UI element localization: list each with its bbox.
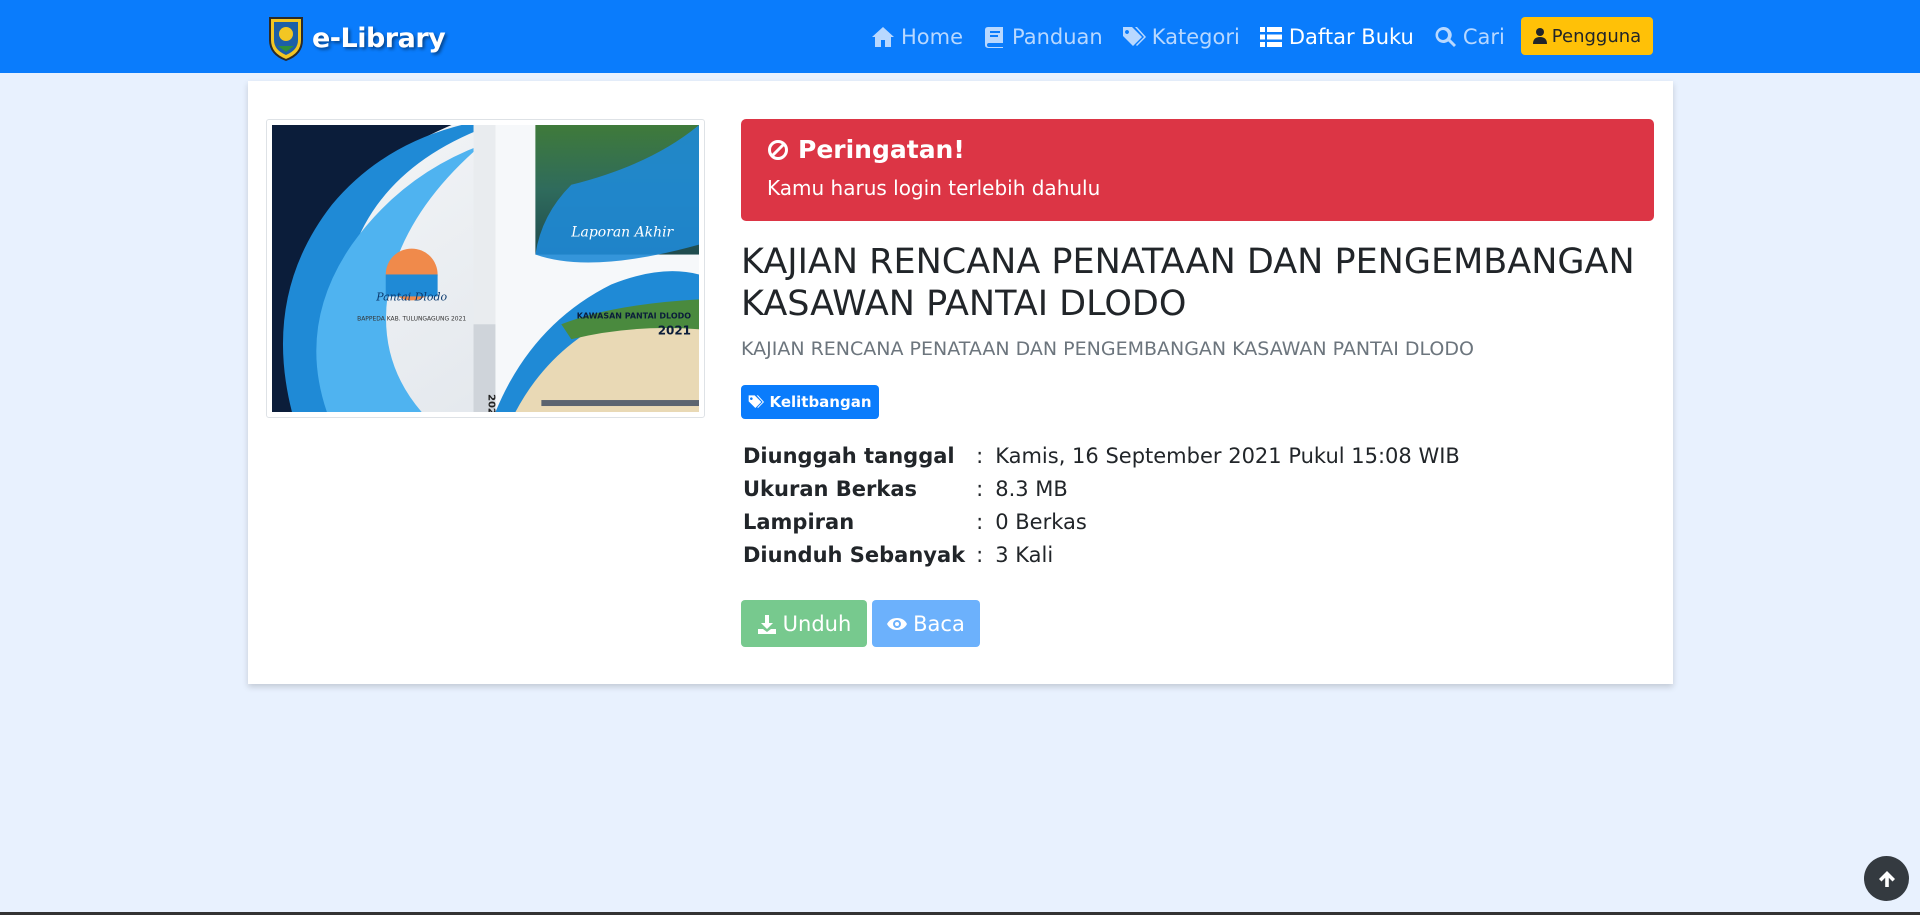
detail-sep: : [976,443,984,468]
book-detail-card: Pantai Dlodo BAPPEDA KAB. TULUNGAGUNG 20… [248,81,1673,684]
navbar: e-Library Home Panduan Kategori Daftar B… [0,0,1920,73]
user-icon [1532,28,1547,44]
brand-name: e-Library [312,22,446,54]
alert-message: Kamu harus login terlebih dahulu [767,176,1101,200]
category-tag-label: Kelitbangan [769,393,872,411]
book-details-table: Diunggah tanggal : Kamis, 16 September 2… [743,439,1460,571]
book-icon [985,27,1004,48]
nav-kategori-label: Kategori [1151,25,1240,49]
tulungagung-emblem-icon [269,17,303,62]
user-button[interactable]: Pengguna [1521,17,1653,55]
tags-icon [1122,27,1146,46]
book-subtitle: KAJIAN RENCANA PENATAAN DAN PENGEMBANGAN… [741,338,1474,360]
book-title: KAJIAN RENCANA PENATAAN DAN PENGEMBANGAN… [741,242,1635,324]
cover-front-title: KAWASAN PANTAI DLODO [577,311,691,320]
user-button-label: Pengguna [1551,25,1642,47]
nav-daftar-buku-label: Daftar Buku [1288,25,1414,49]
nav-home-label: Home [901,25,964,49]
detail-sep: : [976,542,984,567]
tags-icon [749,395,765,408]
nav-cari[interactable]: Cari [1433,25,1505,49]
nav-panduan[interactable]: Panduan [982,25,1103,49]
download-button[interactable]: Unduh [741,600,867,647]
cover-spine-year: 2021 [485,394,496,412]
cover-back-org: BAPPEDA KAB. TULUNGAGUNG 2021 [357,315,466,322]
category-tag[interactable]: Kelitbangan [741,385,879,419]
detail-value: 8.3 MB [995,476,1068,501]
detail-key: Ukuran Berkas [743,476,917,501]
nav-cari-label: Cari [1462,25,1505,49]
login-warning-alert: Peringatan! Kamu harus login terlebih da… [741,119,1654,221]
download-icon [757,614,776,634]
detail-value: Kamis, 16 September 2021 Pukul 15:08 WIB [995,443,1460,468]
detail-key: Lampiran [743,509,855,534]
detail-row-attachments: Lampiran : 0 Berkas [743,505,1460,538]
ban-icon [768,139,788,160]
detail-key: Diunggah tanggal [743,443,955,468]
list-icon [1259,27,1282,47]
scroll-to-top-button[interactable] [1864,856,1909,901]
detail-row-upload-date: Diunggah tanggal : Kamis, 16 September 2… [743,439,1460,472]
book-cover: Pantai Dlodo BAPPEDA KAB. TULUNGAGUNG 20… [266,119,705,418]
cover-front-label: Laporan Akhir [570,225,674,241]
alert-title-text: Peringatan! [798,135,965,164]
search-icon [1435,26,1456,47]
detail-row-file-size: Ukuran Berkas : 8.3 MB [743,472,1460,505]
eye-icon [887,617,908,630]
detail-sep: : [976,509,984,534]
read-button[interactable]: Baca [872,600,980,647]
download-button-label: Unduh [782,611,852,636]
nav-kategori[interactable]: Kategori [1122,25,1240,49]
detail-key: Diunduh Sebanyak [743,542,966,567]
detail-sep: : [976,476,984,501]
detail-value: 0 Berkas [995,509,1087,534]
nav-panduan-label: Panduan [1012,25,1103,49]
detail-row-downloads: Diunduh Sebanyak : 3 Kali [743,538,1460,571]
nav-home[interactable]: Home [871,25,963,49]
read-button-label: Baca [913,611,965,636]
book-cover-image: Pantai Dlodo BAPPEDA KAB. TULUNGAGUNG 20… [272,125,699,412]
arrow-up-icon [1878,870,1895,887]
alert-title: Peringatan! [767,135,1628,164]
home-icon [872,27,894,47]
cover-front-year: 2021 [658,323,691,337]
nav-daftar-buku[interactable]: Daftar Buku [1259,25,1414,49]
brand[interactable]: e-Library [266,14,446,62]
main-nav: Home Panduan Kategori Daftar Buku Cari [871,20,1524,54]
detail-value: 3 Kali [995,542,1054,567]
cover-back-logo: Pantai Dlodo [375,290,447,303]
